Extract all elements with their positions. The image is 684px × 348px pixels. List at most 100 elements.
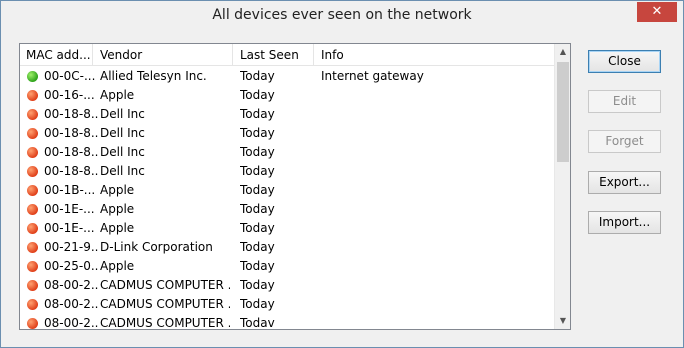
device-mac: 00-21-9... [44,240,98,254]
device-info [321,124,551,143]
device-vendor: CADMUS COMPUTER ... [100,278,230,292]
column-header-info[interactable]: Info [315,44,556,66]
device-mac: 08-00-2... [44,316,98,330]
scroll-thumb[interactable] [557,62,569,162]
close-button[interactable]: Close [588,50,661,73]
status-offline-icon [27,147,38,158]
device-mac: 08-00-2... [44,297,98,311]
device-vendor: Dell Inc [100,126,145,140]
device-row[interactable]: 08-00-2... CADMUS COMPUTER ... Today [20,295,556,314]
export-button[interactable]: Export... [588,171,661,194]
device-info [321,238,551,257]
device-last-seen: Today [240,202,275,216]
window-close-icon[interactable]: ✕ [637,2,677,22]
device-list[interactable]: MAC add... Vendor Last Seen Info 00-0C-.… [19,43,571,330]
status-offline-icon [27,166,38,177]
device-row[interactable]: 08-00-2... CADMUS COMPUTER ... Today [20,276,556,295]
device-vendor: CADMUS COMPUTER ... [100,316,230,330]
device-mac: 00-25-0... [44,259,98,273]
device-last-seen: Today [240,107,275,121]
list-header: MAC add... Vendor Last Seen Info [20,44,556,66]
device-info [321,295,551,314]
device-mac: 00-16-... [44,88,95,102]
device-vendor: Apple [100,183,135,197]
device-vendor: Apple [100,259,135,273]
device-last-seen: Today [240,259,275,273]
device-info [321,276,551,295]
vertical-scrollbar[interactable]: ▲ ▼ [554,44,570,329]
device-row[interactable]: 00-18-8... Dell Inc Today [20,143,556,162]
device-mac: 00-1E-... [44,202,95,216]
status-offline-icon [27,109,38,120]
status-offline-icon [27,299,38,310]
device-row[interactable]: 00-1E-... Apple Today [20,219,556,238]
device-last-seen: Today [240,69,275,83]
status-offline-icon [27,280,38,291]
device-row[interactable]: 00-1E-... Apple Today [20,200,556,219]
edit-button[interactable]: Edit [588,90,661,113]
device-info [321,219,551,238]
device-vendor: Dell Inc [100,164,145,178]
status-online-icon [27,71,38,82]
device-mac: 00-0C-... [44,69,96,83]
device-row[interactable]: 00-16-... Apple Today [20,86,556,105]
device-row[interactable]: 00-18-8... Dell Inc Today [20,124,556,143]
device-mac: 00-1B-... [44,183,96,197]
device-mac: 00-1E-... [44,221,95,235]
status-offline-icon [27,242,38,253]
column-header-last-seen[interactable]: Last Seen [234,44,314,66]
device-row[interactable]: 00-18-8... Dell Inc Today [20,162,556,181]
status-offline-icon [27,204,38,215]
device-mac: 00-18-8... [44,107,98,121]
device-row[interactable]: 00-0C-... Allied Telesyn Inc. Today Interne… [20,67,556,86]
device-info [321,162,551,181]
status-offline-icon [27,90,38,101]
status-offline-icon [27,318,38,329]
device-last-seen: Today [240,240,275,254]
device-info [321,257,551,276]
device-mac: 08-00-2... [44,278,98,292]
status-offline-icon [27,261,38,272]
device-mac: 00-18-8... [44,164,98,178]
devices-dialog: All devices ever seen on the network ✕ M… [0,0,684,348]
device-vendor: Dell Inc [100,145,145,159]
device-last-seen: Today [240,221,275,235]
scroll-down-icon[interactable]: ▼ [555,313,570,329]
device-vendor: Dell Inc [100,107,145,121]
device-vendor: Apple [100,221,135,235]
title-bar: All devices ever seen on the network ✕ [1,1,683,33]
device-row[interactable]: 00-1B-... Apple Today [20,181,556,200]
device-last-seen: Today [240,278,275,292]
device-vendor: D-Link Corporation [100,240,213,254]
device-row[interactable]: 08-00-2... CADMUS COMPUTER ... Todav [20,314,556,330]
device-vendor: CADMUS COMPUTER ... [100,297,230,311]
device-row[interactable]: 00-25-0... Apple Today [20,257,556,276]
device-vendor: Apple [100,202,135,216]
device-row[interactable]: 00-21-9... D-Link Corporation Today [20,238,556,257]
device-info: Internet gateway [321,69,424,83]
import-button[interactable]: Import... [588,211,661,234]
device-last-seen: Today [240,145,275,159]
device-last-seen: Today [240,164,275,178]
device-info [321,314,551,329]
forget-button[interactable]: Forget [588,130,661,153]
device-last-seen: Todav [240,316,275,330]
column-header-vendor[interactable]: Vendor [94,44,233,66]
device-info [321,105,551,124]
device-vendor: Apple [100,88,135,102]
status-offline-icon [27,128,38,139]
device-info [321,181,551,200]
device-mac: 00-18-8... [44,126,98,140]
window-title: All devices ever seen on the network [212,7,472,23]
column-header-mac[interactable]: MAC add... [20,44,93,66]
device-last-seen: Today [240,88,275,102]
status-offline-icon [27,223,38,234]
status-offline-icon [27,185,38,196]
scroll-up-icon[interactable]: ▲ [555,44,570,60]
device-mac: 00-18-8... [44,145,98,159]
device-info [321,143,551,162]
device-row[interactable]: 00-18-8... Dell Inc Today [20,105,556,124]
device-last-seen: Today [240,183,275,197]
device-last-seen: Today [240,297,275,311]
device-last-seen: Today [240,126,275,140]
